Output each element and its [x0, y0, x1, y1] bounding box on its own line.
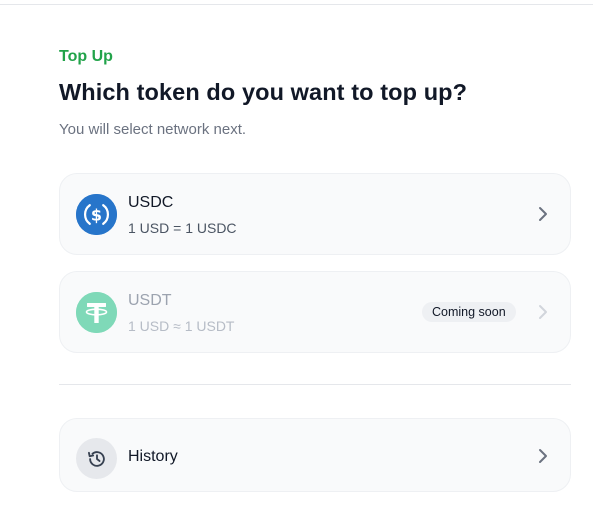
history-icon [76, 438, 117, 479]
token-option-usdt: USDT 1 USD ≈ 1 USDT Coming soon [59, 271, 571, 353]
section-eyebrow: Top Up [59, 48, 113, 65]
token-name: USDC [128, 194, 174, 211]
token-rate: 1 USD ≈ 1 USDT [128, 318, 235, 334]
token-name: USDT [128, 292, 172, 309]
token-option-usdc[interactable]: $ USDC 1 USD = 1 USDC [59, 173, 571, 255]
page-title: Which token do you want to top up? [59, 79, 468, 105]
section-divider [59, 384, 571, 385]
usdc-icon: $ [76, 194, 117, 235]
chevron-right-icon [539, 207, 547, 221]
chevron-right-icon [539, 305, 547, 319]
history-label: History [128, 448, 178, 465]
svg-text:$: $ [91, 206, 102, 225]
token-rate: 1 USD = 1 USDC [128, 220, 237, 236]
history-button[interactable]: History [59, 418, 571, 492]
coming-soon-badge: Coming soon [422, 302, 516, 322]
top-divider [0, 4, 593, 5]
page-subtitle: You will select network next. [59, 121, 247, 138]
chevron-right-icon [539, 449, 547, 463]
usdt-icon [76, 292, 117, 333]
